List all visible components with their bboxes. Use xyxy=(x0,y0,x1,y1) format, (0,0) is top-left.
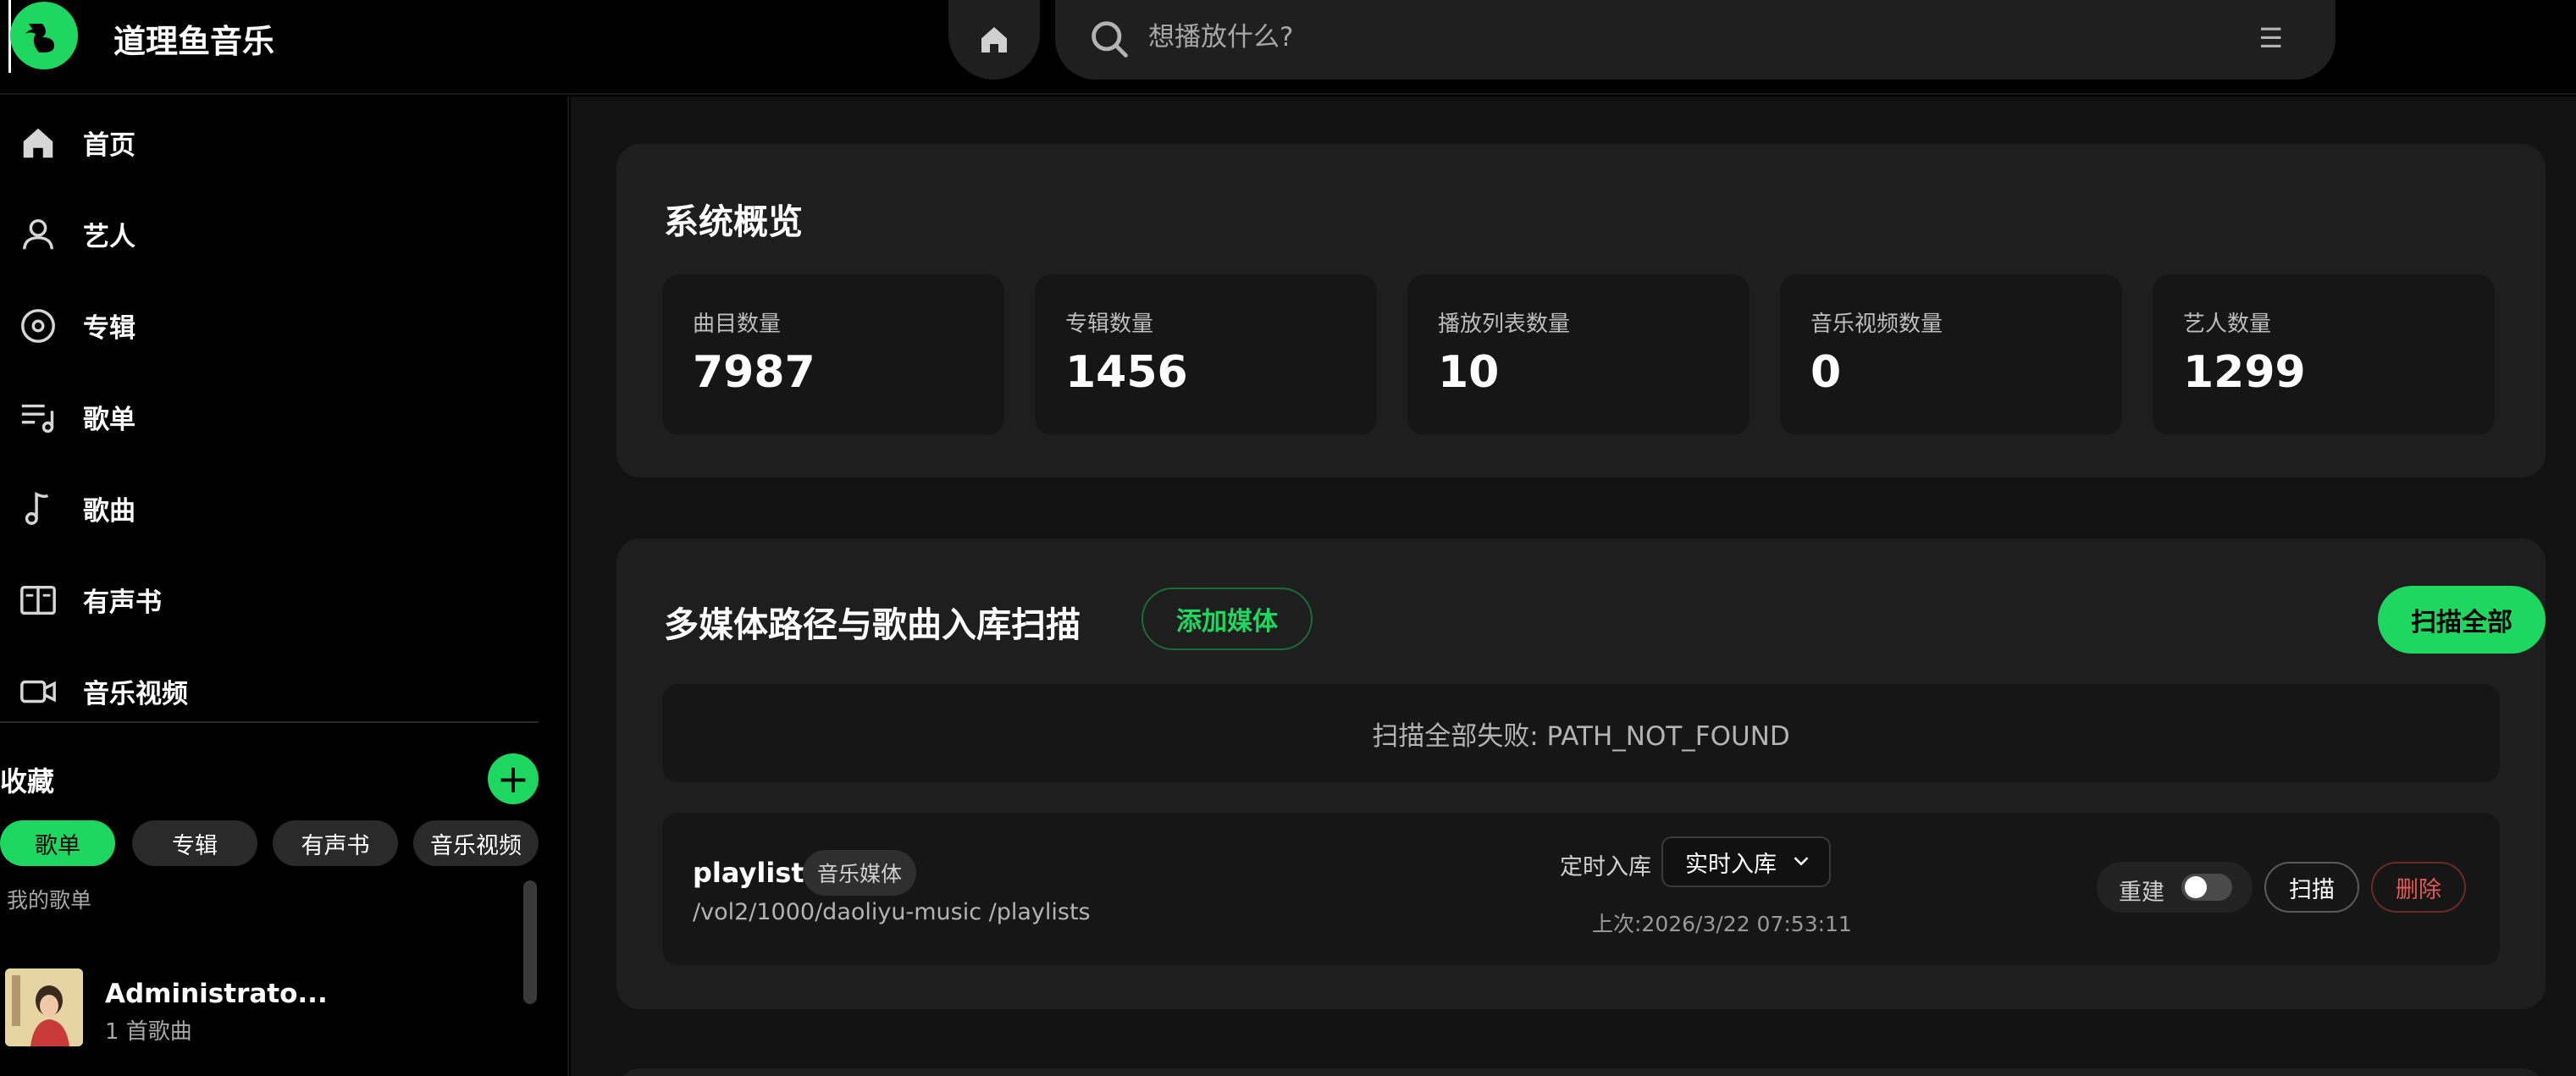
sidebar-item-audiobooks[interactable]: 有声书 xyxy=(0,559,542,640)
add-playlist-button[interactable]: + xyxy=(488,753,539,804)
app-title: 道理鱼音乐 xyxy=(113,23,275,60)
overview-title: 系统概览 xyxy=(664,201,803,242)
filter-chip-playlists[interactable]: 歌单 xyxy=(0,820,115,866)
sidebar-divider xyxy=(0,721,539,723)
filter-chip-music-videos[interactable]: 音乐视频 xyxy=(413,820,539,866)
sidebar-scrollbar[interactable] xyxy=(523,880,537,1004)
music-note-icon xyxy=(25,491,49,525)
stat-label: 音乐视频数量 xyxy=(1810,312,1943,337)
stat-label: 专辑数量 xyxy=(1065,312,1154,337)
playlist-icon xyxy=(21,404,54,433)
sidebar-item-label: 艺人 xyxy=(83,222,135,252)
favorites-title: 收藏 xyxy=(0,765,55,797)
sidebar-item-music-videos[interactable]: 音乐视频 xyxy=(0,650,542,731)
playlist-song-count: 1 首歌曲 xyxy=(105,1019,192,1045)
stat-value: 1299 xyxy=(2183,347,2306,398)
playlist-item[interactable]: Administrato... 1 首歌曲 xyxy=(5,957,513,1050)
schedule-value: 实时入库 xyxy=(1685,851,1777,878)
media-scan-title: 多媒体路径与歌曲入库扫描 xyxy=(664,604,1081,645)
menu-icon[interactable]: ☰ xyxy=(2258,22,2283,54)
media-path: /vol2/1000/daoliyu-music /playlists xyxy=(693,899,1091,925)
search-bar: ☰ xyxy=(1055,0,2336,80)
media-path-row: playlists 音乐媒体 /vol2/1000/daoliyu-music … xyxy=(662,813,2500,965)
sidebar-item-label: 音乐视频 xyxy=(83,679,188,709)
sidebar-item-songs[interactable]: 歌曲 xyxy=(0,467,542,549)
stat-value: 7987 xyxy=(693,347,815,398)
home-icon xyxy=(981,27,1007,52)
scan-all-button[interactable]: 扫描全部 xyxy=(2378,586,2546,654)
video-icon xyxy=(20,680,56,704)
stat-value: 0 xyxy=(1810,347,1842,398)
sidebar-item-playlists[interactable]: 歌单 xyxy=(0,376,542,457)
sidebar-item-label: 歌曲 xyxy=(83,496,135,527)
stat-value: 10 xyxy=(1438,347,1500,398)
stat-label: 播放列表数量 xyxy=(1438,312,1571,337)
stat-card-tracks: 曲目数量 7987 xyxy=(662,274,1004,435)
scan-button[interactable]: 扫描 xyxy=(2264,862,2359,913)
sidebar-item-artists[interactable]: 艺人 xyxy=(0,193,542,274)
stat-card-playlists: 播放列表数量 10 xyxy=(1407,274,1750,435)
sidebar: 首页 艺人 专辑 歌单 歌曲 有声书 音乐视频 收藏 + 歌单 专辑 有声书 音… xyxy=(0,97,569,1076)
sidebar-item-label: 专辑 xyxy=(83,313,135,344)
last-scan-time: 上次:2026/3/22 07:53:11 xyxy=(1592,912,1852,936)
rebuild-toggle[interactable] xyxy=(2181,874,2232,901)
playlist-name: Administrato... xyxy=(105,979,328,1009)
book-icon xyxy=(20,585,56,615)
top-bar: 道理鱼音乐 ☰ xyxy=(0,0,2576,95)
chevron-down-icon xyxy=(1794,857,1809,866)
stat-label: 艺人数量 xyxy=(2183,312,2272,337)
home-button[interactable] xyxy=(948,0,1040,80)
my-playlists-label: 我的歌单 xyxy=(7,888,92,913)
rebuild-label: 重建 xyxy=(2119,880,2164,906)
sidebar-item-label: 有声书 xyxy=(83,588,162,618)
stat-value: 1456 xyxy=(1065,347,1188,398)
sidebar-item-albums[interactable]: 专辑 xyxy=(0,284,542,366)
filter-chip-albums[interactable]: 专辑 xyxy=(132,820,257,866)
media-name: playlists xyxy=(693,857,821,889)
stat-card-music-videos: 音乐视频数量 0 xyxy=(1780,274,2122,435)
person-icon xyxy=(22,218,54,250)
sidebar-item-home[interactable]: 首页 xyxy=(0,102,542,183)
sidebar-item-label: 首页 xyxy=(83,130,135,161)
stat-label: 曲目数量 xyxy=(693,312,782,337)
toggle-knob xyxy=(2185,876,2207,898)
app-logo-icon[interactable] xyxy=(10,2,78,69)
next-card xyxy=(616,1068,2546,1076)
media-scan-card: 多媒体路径与歌曲入库扫描 添加媒体 扫描全部 扫描全部失败: PATH_NOT_… xyxy=(616,538,2546,1009)
playlist-cover xyxy=(5,968,83,1046)
main-content: 系统概览 曲目数量 7987 专辑数量 1456 播放列表数量 10 音乐视频数… xyxy=(571,97,2576,1076)
add-media-button[interactable]: 添加媒体 xyxy=(1142,588,1313,650)
stat-card-albums: 专辑数量 1456 xyxy=(1035,274,1377,435)
overview-card: 系统概览 曲目数量 7987 专辑数量 1456 播放列表数量 10 音乐视频数… xyxy=(616,144,2546,477)
home-icon xyxy=(23,128,53,158)
rebuild-control: 重建 xyxy=(2097,862,2253,913)
disc-icon xyxy=(21,309,55,343)
scan-error-message: 扫描全部失败: PATH_NOT_FOUND xyxy=(662,684,2500,782)
filter-chip-audiobooks[interactable]: 有声书 xyxy=(273,820,398,866)
plus-icon: + xyxy=(496,756,530,802)
stat-card-artists: 艺人数量 1299 xyxy=(2153,274,2495,435)
media-type-badge: 音乐媒体 xyxy=(803,850,916,896)
search-icon[interactable] xyxy=(1087,17,1131,61)
schedule-label: 定时入库 xyxy=(1560,854,1651,880)
search-input[interactable] xyxy=(1148,19,2164,56)
sidebar-item-label: 歌单 xyxy=(83,405,135,435)
schedule-select[interactable]: 实时入库 xyxy=(1661,836,1831,887)
delete-button[interactable]: 删除 xyxy=(2371,862,2466,913)
